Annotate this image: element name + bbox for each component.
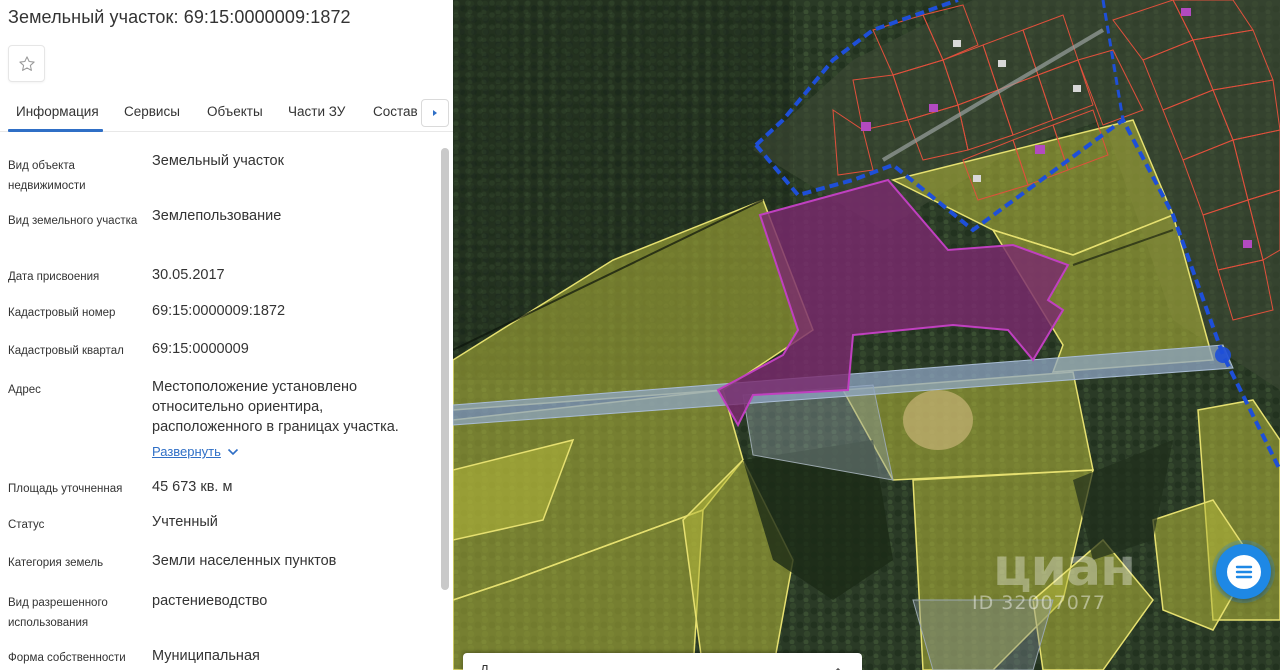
expand-label: Развернуть xyxy=(152,444,221,459)
star-outline-icon xyxy=(18,55,35,71)
panel-scrollbar[interactable] xyxy=(441,148,449,590)
field-value: Местоположение установлено относительно … xyxy=(152,379,399,435)
chevron-up-icon[interactable] xyxy=(832,662,844,670)
field-label: Вид разрешенного использования xyxy=(8,597,108,629)
tab-bar: Информация Сервисы Объекты Части ЗУ Сост… xyxy=(0,96,453,132)
tab-composition[interactable]: Состав xyxy=(373,104,418,119)
field-label: Адрес xyxy=(8,384,41,396)
field-value: Земли населенных пунктов xyxy=(152,553,337,569)
active-tab-indicator xyxy=(8,129,103,132)
field-value: 30.05.2017 xyxy=(152,267,225,283)
field-value: 69:15:0000009 xyxy=(152,341,249,357)
field-label: Форма собственности xyxy=(8,652,126,664)
field-value: Землепользование xyxy=(152,208,282,224)
expand-address-link[interactable]: Развернуть xyxy=(152,444,239,459)
field-label: Площадь уточненная xyxy=(8,483,123,495)
tab-parcel-parts[interactable]: Части ЗУ xyxy=(288,104,345,119)
chat-lines-icon xyxy=(1235,565,1252,578)
tabs-scroll-right-button[interactable] xyxy=(421,99,449,127)
bottom-card-text: Д xyxy=(480,662,489,670)
field-value: Муниципальная xyxy=(152,648,260,664)
caret-right-icon xyxy=(433,110,437,116)
page-title: Земельный участок: 69:15:0000009:1872 xyxy=(8,7,351,27)
bottom-info-card[interactable]: Д xyxy=(463,653,862,670)
field-label: Вид земельного участка xyxy=(8,215,138,227)
watermark-brand: циан xyxy=(993,538,1136,598)
field-label: Категория земель xyxy=(8,557,104,569)
field-value: 45 673 кв. м xyxy=(152,479,233,495)
field-label: Кадастровый номер xyxy=(8,307,116,319)
map-view[interactable]: циан ID 32007077 xyxy=(453,0,1280,670)
tab-information[interactable]: Информация xyxy=(16,104,99,119)
satellite-map[interactable] xyxy=(453,0,1280,670)
watermark-id: ID 32007077 xyxy=(972,592,1106,614)
field-value: Земельный участок xyxy=(152,153,284,169)
chevron-down-icon xyxy=(227,444,239,459)
info-panel: Земельный участок: 69:15:0000009:1872 Ин… xyxy=(0,0,453,670)
tab-objects[interactable]: Объекты xyxy=(207,104,263,119)
field-label: Статус xyxy=(8,519,45,531)
field-label: Дата присвоения xyxy=(8,271,100,283)
field-value: растениеводство xyxy=(152,593,268,609)
chat-button[interactable] xyxy=(1216,544,1271,599)
field-label: Кадастровый квартал xyxy=(8,345,124,357)
tab-services[interactable]: Сервисы xyxy=(124,104,180,119)
field-value: Учтенный xyxy=(152,514,218,530)
field-value: 69:15:0000009:1872 xyxy=(152,303,286,319)
field-label: Вид объекта недвижимости xyxy=(8,160,86,192)
favorite-button[interactable] xyxy=(8,45,45,82)
